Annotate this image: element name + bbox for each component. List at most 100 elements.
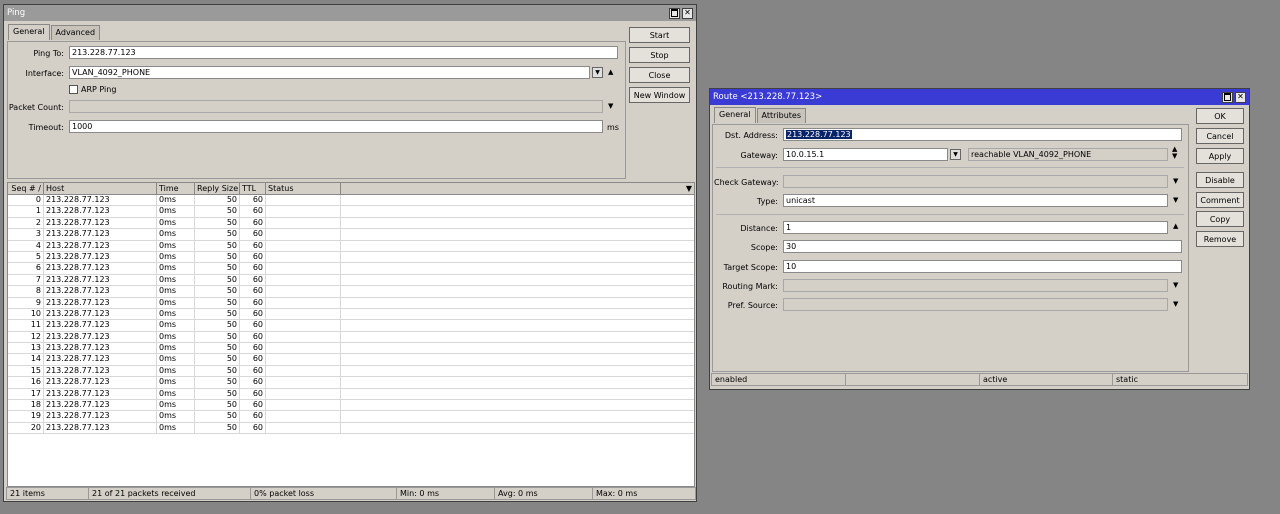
tab-attributes[interactable]: Attributes	[756, 108, 807, 123]
table-row[interactable]: 19 213.228.77.123 0ms 50 60	[8, 411, 694, 423]
start-button[interactable]: Start	[629, 27, 690, 43]
target-scope-input[interactable]: 10	[783, 260, 1182, 273]
table-row[interactable]: 11 213.228.77.123 0ms 50 60	[8, 320, 694, 332]
close-button[interactable]: Close	[629, 67, 690, 83]
packet-count-input[interactable]	[69, 100, 603, 113]
remove-button[interactable]: Remove	[1196, 231, 1244, 247]
row-reply-size: 50	[195, 297, 240, 308]
table-row[interactable]: 12 213.228.77.123 0ms 50 60	[8, 331, 694, 344]
row-ttl: 60	[240, 263, 266, 274]
copy-button[interactable]: Copy	[1196, 211, 1244, 227]
check-gateway-label: Check Gateway:	[714, 178, 779, 187]
table-row[interactable]: 20 213.228.77.123 0ms 50 60	[8, 422, 694, 435]
collapse-up-icon[interactable]: ▲	[608, 68, 613, 76]
pref-source-input[interactable]	[783, 298, 1168, 311]
timeout-label: Timeout:	[28, 123, 64, 132]
table-row[interactable]: 17 213.228.77.123 0ms 50 60	[8, 388, 694, 401]
row-reply-size: 50	[195, 320, 240, 331]
check-gateway-input[interactable]	[783, 175, 1168, 188]
table-row[interactable]: 3 213.228.77.123 0ms 50 60	[8, 229, 694, 241]
up-down-icon[interactable]: ▲ ▼	[1172, 146, 1177, 160]
row-ttl: 60	[240, 331, 266, 343]
table-row[interactable]: 7 213.228.77.123 0ms 50 60	[8, 274, 694, 287]
row-status	[266, 217, 341, 229]
row-host: 213.228.77.123	[44, 377, 157, 388]
col-ttl[interactable]: TTL	[240, 183, 266, 194]
dst-address-input[interactable]: 213.228.77.123	[783, 128, 1182, 141]
dropdown-icon[interactable]: ▼	[592, 67, 603, 78]
ping-title: Ping	[7, 8, 26, 18]
table-row[interactable]: 10 213.228.77.123 0ms 50 60	[8, 308, 694, 321]
interface-select[interactable]: VLAN_4092_PHONE	[69, 66, 590, 79]
row-status	[266, 354, 341, 365]
table-row[interactable]: 9 213.228.77.123 0ms 50 60	[8, 297, 694, 309]
col-seq[interactable]: Seq # /	[8, 183, 44, 194]
row-time: 0ms	[157, 297, 195, 308]
ok-button[interactable]: OK	[1196, 108, 1244, 124]
scope-input[interactable]: 30	[783, 240, 1182, 253]
route-titlebar[interactable]: Route <213.228.77.123> ✕	[710, 89, 1249, 105]
row-ttl: 60	[240, 411, 266, 422]
distance-label: Distance:	[740, 224, 778, 233]
gateway-input[interactable]: 10.0.15.1	[783, 148, 948, 161]
table-row[interactable]: 0 213.228.77.123 0ms 50 60	[8, 195, 694, 207]
row-reply-size: 50	[195, 331, 240, 343]
route-window: Route <213.228.77.123> ✕ General Attribu…	[709, 88, 1250, 390]
row-status	[266, 286, 341, 297]
columns-menu[interactable]: ▼	[341, 183, 694, 194]
timeout-input[interactable]: 1000	[69, 120, 603, 133]
maximize-icon[interactable]	[1222, 91, 1233, 103]
disable-button[interactable]: Disable	[1196, 172, 1244, 188]
distance-input[interactable]: 1	[783, 221, 1168, 234]
close-icon[interactable]: ✕	[1235, 91, 1246, 103]
row-seq: 7	[8, 274, 44, 286]
close-icon[interactable]: ✕	[682, 7, 693, 19]
col-status[interactable]: Status	[266, 183, 341, 194]
table-row[interactable]: 13 213.228.77.123 0ms 50 60	[8, 343, 694, 355]
table-row[interactable]: 8 213.228.77.123 0ms 50 60	[8, 286, 694, 298]
apply-button[interactable]: Apply	[1196, 148, 1244, 164]
dropdown-arrow-icon[interactable]: ▼	[608, 102, 613, 110]
new-window-button[interactable]: New Window	[629, 87, 690, 103]
gateway-dropdown-icon[interactable]: ▼	[950, 149, 961, 160]
row-ttl: 60	[240, 354, 266, 365]
stop-button[interactable]: Stop	[629, 47, 690, 63]
pref-source-label: Pref. Source:	[727, 301, 778, 310]
row-host: 213.228.77.123	[44, 320, 157, 331]
table-row[interactable]: 16 213.228.77.123 0ms 50 60	[8, 377, 694, 389]
row-seq: 12	[8, 331, 44, 343]
ping-titlebar[interactable]: Ping ✕	[4, 5, 696, 21]
row-host: 213.228.77.123	[44, 263, 157, 274]
dropdown-arrow-icon[interactable]: ▼	[1173, 196, 1178, 204]
collapse-up-icon[interactable]: ▲	[1173, 222, 1178, 230]
row-ttl: 60	[240, 286, 266, 297]
table-row[interactable]: 14 213.228.77.123 0ms 50 60	[8, 354, 694, 366]
routing-mark-input[interactable]	[783, 279, 1168, 292]
table-row[interactable]: 6 213.228.77.123 0ms 50 60	[8, 263, 694, 275]
table-row[interactable]: 4 213.228.77.123 0ms 50 60	[8, 240, 694, 252]
row-ttl: 60	[240, 308, 266, 320]
table-row[interactable]: 1 213.228.77.123 0ms 50 60	[8, 206, 694, 218]
cancel-button[interactable]: Cancel	[1196, 128, 1244, 144]
dropdown-arrow-icon[interactable]: ▼	[1173, 177, 1178, 185]
type-select[interactable]: unicast	[783, 194, 1168, 207]
table-row[interactable]: 5 213.228.77.123 0ms 50 60	[8, 251, 694, 264]
col-time[interactable]: Time	[157, 183, 195, 194]
dropdown-arrow-icon[interactable]: ▼	[1173, 300, 1178, 308]
table-row[interactable]: 15 213.228.77.123 0ms 50 60	[8, 365, 694, 378]
tab-advanced[interactable]: Advanced	[50, 25, 101, 40]
comment-button[interactable]: Comment	[1196, 192, 1244, 208]
tab-general[interactable]: General	[8, 24, 50, 40]
dropdown-arrow-icon[interactable]: ▼	[1173, 281, 1178, 289]
col-host[interactable]: Host	[44, 183, 157, 194]
row-reply-size: 50	[195, 308, 240, 320]
row-ttl: 60	[240, 240, 266, 251]
table-row[interactable]: 2 213.228.77.123 0ms 50 60	[8, 217, 694, 230]
tab-general[interactable]: General	[714, 107, 756, 123]
arp-ping-checkbox[interactable]	[69, 85, 78, 94]
maximize-icon[interactable]	[669, 7, 680, 19]
row-status	[266, 274, 341, 286]
table-row[interactable]: 18 213.228.77.123 0ms 50 60	[8, 400, 694, 412]
ping-to-input[interactable]: 213.228.77.123	[69, 46, 618, 59]
col-reply-size[interactable]: Reply Size	[195, 183, 240, 194]
